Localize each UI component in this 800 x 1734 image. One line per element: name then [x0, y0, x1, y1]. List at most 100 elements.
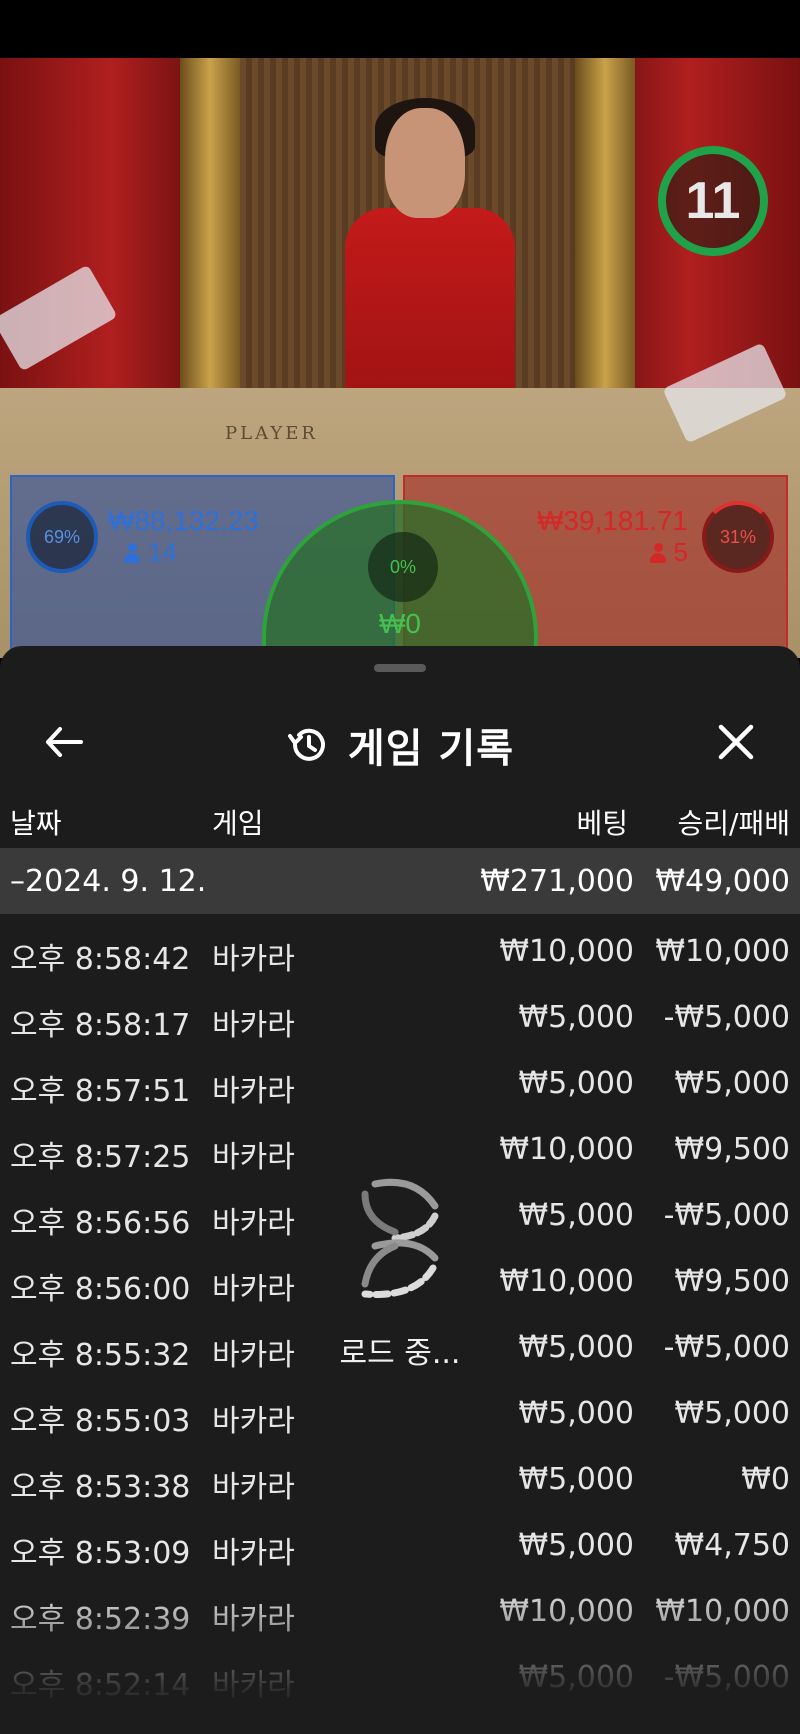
table-row[interactable]: 오후 8:57:51 바카라 ₩5,000 ₩5,000	[0, 1052, 800, 1118]
banker-percent: 31%	[719, 526, 757, 547]
row-bet: ₩10,000	[499, 1264, 634, 1299]
row-time: 오후 8:56:00	[10, 1272, 191, 1307]
curtain-left	[0, 58, 200, 438]
player-total-amount: ₩88,132.23	[108, 505, 259, 536]
row-time: 오후 8:52:14	[10, 1668, 191, 1703]
row-time: 오후 8:53:38	[10, 1470, 191, 1505]
row-game: 바카라	[212, 1206, 295, 1241]
gold-arch-left	[180, 58, 240, 428]
tie-percent: 0%	[389, 556, 416, 577]
day-date: –2024. 9. 12.	[10, 864, 207, 899]
row-bet: ₩5,000	[518, 1660, 634, 1695]
row-win-loss: -₩5,000	[663, 1660, 790, 1695]
row-time: 오후 8:58:17	[10, 1008, 191, 1043]
game-history-sheet: 게임 기록 날짜 게임 베팅 승리/패배 –2024. 9. 12. ₩271,…	[0, 646, 800, 1734]
banker-percent-ring: 31%	[702, 501, 774, 573]
table-label-player: PLAYER	[225, 423, 318, 444]
tie-total-amount: ₩0	[379, 608, 421, 639]
row-win-loss: ₩5,000	[674, 1396, 790, 1431]
row-game: 바카라	[212, 1074, 295, 1109]
row-time: 오후 8:52:39	[10, 1602, 191, 1637]
status-bar	[0, 0, 800, 58]
row-time: 오후 8:55:03	[10, 1404, 191, 1439]
dealer-head	[385, 108, 465, 218]
row-win-loss: ₩5,000	[674, 1066, 790, 1101]
row-time: 오후 8:55:32	[10, 1338, 191, 1373]
timer-value: 11	[685, 172, 741, 230]
day-win-loss-total: ₩49,000	[655, 864, 790, 899]
sheet-title-group: 게임 기록	[0, 716, 800, 774]
gold-arch-right	[575, 58, 635, 428]
close-button[interactable]	[708, 714, 764, 770]
row-game: 바카라	[212, 942, 295, 977]
row-win-loss: ₩0	[741, 1462, 790, 1497]
player-bettors: 14	[124, 537, 177, 568]
row-game: 바카라	[212, 1668, 295, 1703]
row-win-loss: ₩4,750	[674, 1528, 790, 1563]
row-bet: ₩5,000	[518, 1000, 634, 1035]
table-row[interactable]: 오후 8:52:39 바카라 ₩10,000 ₩10,000	[0, 1580, 800, 1646]
loading-text: 로드 중...	[339, 1336, 461, 1371]
row-bet: ₩5,000	[518, 1462, 634, 1497]
loading-indicator: 로드 중...	[330, 1176, 470, 1372]
row-game: 바카라	[212, 1536, 295, 1571]
table-row[interactable]: 오후 8:53:38 바카라 ₩5,000 ₩0	[0, 1448, 800, 1514]
banker-total-amount: ₩39,181.71	[537, 505, 688, 536]
person-icon	[649, 542, 666, 563]
row-game: 바카라	[212, 1272, 295, 1307]
table-row[interactable]: 오후 8:58:17 바카라 ₩5,000 -₩5,000	[0, 986, 800, 1052]
row-bet: ₩5,000	[518, 1066, 634, 1101]
row-bet: ₩5,000	[518, 1198, 634, 1233]
table-row[interactable]: 오후 8:58:42 바카라 ₩10,000 ₩10,000	[0, 920, 800, 986]
row-game: 바카라	[212, 1602, 295, 1637]
history-icon	[287, 728, 325, 761]
spinner-icon	[361, 1178, 439, 1298]
row-win-loss: -₩5,000	[663, 1000, 790, 1035]
row-bet: ₩10,000	[499, 1594, 634, 1629]
dealer-body	[345, 208, 515, 418]
row-win-loss: ₩9,500	[674, 1264, 790, 1299]
row-game: 바카라	[212, 1338, 295, 1373]
column-bet: 베팅	[576, 807, 628, 840]
row-win-loss: ₩10,000	[655, 934, 790, 969]
table-row[interactable]: 오후 8:53:09 바카라 ₩5,000 ₩4,750	[0, 1514, 800, 1580]
row-bet: ₩5,000	[518, 1330, 634, 1365]
day-bet-total: ₩271,000	[480, 864, 634, 899]
row-game: 바카라	[212, 1008, 295, 1043]
player-percent-ring: 69%	[26, 501, 98, 573]
day-summary-row[interactable]: –2024. 9. 12. ₩271,000 ₩49,000	[0, 848, 800, 914]
column-win-loss: 승리/패배	[677, 807, 790, 840]
table-row[interactable]: 오후 8:55:03 바카라 ₩5,000 ₩5,000	[0, 1382, 800, 1448]
column-date: 날짜	[10, 807, 62, 840]
row-game: 바카라	[212, 1140, 295, 1175]
row-time: 오후 8:57:51	[10, 1074, 191, 1109]
row-time: 오후 8:56:56	[10, 1206, 191, 1241]
table-row[interactable]: 오후 8:52:14 바카라 ₩5,000 -₩5,000	[0, 1646, 800, 1712]
person-icon	[124, 542, 140, 563]
table-header: 날짜 게임 베팅 승리/패배	[0, 794, 800, 844]
banker-bettors: 5	[649, 537, 688, 568]
round-timer: 11	[658, 146, 768, 256]
sheet-title: 게임 기록	[347, 726, 515, 772]
row-time: 오후 8:58:42	[10, 942, 191, 977]
table-row[interactable]: 오후 8:57:25 바카라 ₩10,000 ₩9,500	[0, 1118, 800, 1184]
sheet-header: 게임 기록	[0, 696, 800, 786]
row-win-loss: -₩5,000	[663, 1198, 790, 1233]
row-win-loss: ₩10,000	[655, 1594, 790, 1629]
row-game: 바카라	[212, 1470, 295, 1505]
player-percent: 69%	[43, 526, 81, 547]
tie-percent-ring: 0%	[368, 532, 438, 602]
row-bet: ₩5,000	[518, 1528, 634, 1563]
row-bet: ₩10,000	[499, 1132, 634, 1167]
row-time: 오후 8:57:25	[10, 1140, 191, 1175]
row-time: 오후 8:53:09	[10, 1536, 191, 1571]
close-icon	[718, 724, 754, 760]
row-bet: ₩5,000	[518, 1396, 634, 1431]
row-bet: ₩10,000	[499, 934, 634, 969]
drag-handle[interactable]	[374, 664, 426, 672]
row-win-loss: ₩9,500	[674, 1132, 790, 1167]
player-bettor-count: 14	[148, 537, 177, 567]
column-game: 게임	[212, 807, 264, 840]
row-win-loss: -₩5,000	[663, 1330, 790, 1365]
row-game: 바카라	[212, 1404, 295, 1439]
